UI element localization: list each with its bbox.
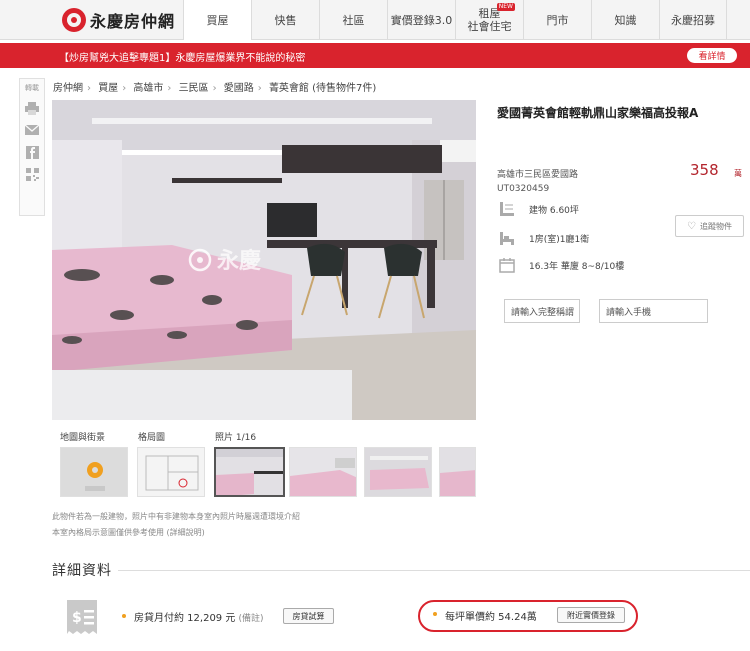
nav-item-stores[interactable]: 門市 (523, 0, 591, 40)
thumbnail-photo-4[interactable] (439, 447, 476, 497)
new-badge: NEW (496, 3, 515, 11)
spec-layout-text: 1房(室)1廳1衛 (529, 234, 590, 245)
breadcrumb-link[interactable]: 買屋 (98, 83, 118, 94)
nav-item-community[interactable]: 社區 (319, 0, 387, 40)
layout-icon (497, 228, 517, 248)
nav-item-rent[interactable]: NEW 租屋 社會住宅 (455, 0, 523, 40)
print-icon[interactable] (25, 101, 39, 115)
nav-item-label: 永慶招募 (671, 13, 715, 27)
calendar-icon (497, 255, 517, 275)
unit-price-text: 每坪單價約 54.24萬 (445, 612, 537, 623)
nav-item-quick-sell[interactable]: 快售 (251, 0, 319, 40)
mail-icon[interactable] (25, 123, 39, 137)
listing-title: 愛國菁英會館輕軌鼎山家樂福高投報A (497, 106, 699, 120)
heart-icon: ♡ (687, 220, 696, 232)
details-section-title: 詳細資料 (52, 563, 112, 579)
promo-banner-link[interactable]: 【炒房幫兇大追擊專題1】永慶房屋爆業界不能說的秘密 (59, 49, 305, 64)
listing-address: 高雄市三民區愛國路 (497, 170, 579, 180)
bullet-dot (122, 614, 126, 618)
breadcrumb-link[interactable]: 房仲網 (53, 83, 83, 94)
listing-code: UT0320459 (497, 184, 550, 194)
section-divider (118, 570, 750, 571)
price-unit: 萬 (734, 169, 742, 178)
share-toolbar: 轉載 (19, 78, 45, 216)
mortgage-value: 房貸月付約 12,209 元 (134, 613, 236, 624)
nav-item-knowledge[interactable]: 知識 (591, 0, 659, 40)
nav-item-label: 實價登錄3.0 (390, 13, 453, 27)
photo-watermark: 永慶 (217, 248, 261, 274)
thumbnail-map[interactable] (60, 447, 128, 497)
tab-floor-plan[interactable]: 格局圖 (138, 430, 165, 443)
main-nav: 買屋 快售 社區 實價登錄3.0 NEW 租屋 社會住宅 門市 知識 永慶招募 (183, 0, 727, 40)
nav-item-label: 買屋 (206, 13, 229, 27)
calculator-document-icon: $ (65, 598, 99, 636)
bullet-dot (433, 612, 437, 616)
view-details-button[interactable]: 看詳情 (687, 48, 737, 63)
promo-banner: 【炒房幫兇大追擊專題1】永慶房屋爆業界不能說的秘密 看詳情 (0, 43, 750, 68)
breadcrumb-link[interactable]: 高雄市 (133, 83, 163, 94)
track-listing-label: 追蹤物件 (699, 221, 732, 231)
breadcrumb: 房仲網 › 買屋 › 高雄市 › 三民區 › 愛國路 › 菁英會館 (待售物件7件) (53, 83, 377, 94)
tab-photos[interactable]: 照片 1/16 (215, 430, 256, 443)
nav-item-recruit[interactable]: 永慶招募 (659, 0, 727, 40)
mortgage-note-link[interactable]: (備註) (239, 614, 264, 624)
breadcrumb-link[interactable]: 三民區 (179, 83, 209, 94)
thumbnail-photo-1[interactable] (214, 447, 285, 497)
nav-item-label: 社區 (342, 13, 365, 27)
share-label: 轉載 (25, 84, 39, 92)
nav-item-label: 門市 (546, 13, 569, 27)
nav-item-label: 知識 (614, 13, 637, 27)
spec-age-floor: 16.3年 華廈 8~8/10樓 (497, 255, 624, 275)
fullname-input[interactable]: 請輸入完整稱謂 (504, 299, 580, 323)
listing-price: 358 (690, 161, 719, 179)
site-logo[interactable]: 永慶房仲網 (62, 7, 175, 33)
thumbnail-photo-2[interactable] (289, 447, 357, 497)
qrcode-icon[interactable] (25, 167, 39, 181)
nav-item-price-registry[interactable]: 實價登錄3.0 (387, 0, 455, 40)
mortgage-calculator-button[interactable]: 房貸試算 (283, 608, 334, 624)
facebook-icon[interactable] (25, 145, 39, 159)
nav-item-label: 社會住宅 (467, 20, 512, 33)
spec-area: 建物 6.60坪 (497, 199, 579, 219)
tab-map-street[interactable]: 地圖與街景 (60, 430, 105, 443)
spec-layout: 1房(室)1廳1衛 (497, 228, 589, 248)
nearby-price-registry-button[interactable]: 附近實價登錄 (557, 607, 625, 623)
thumbnail-floor-plan[interactable] (137, 447, 205, 497)
breadcrumb-link[interactable]: 愛國路 (224, 83, 254, 94)
spec-area-text: 建物 6.60坪 (529, 205, 579, 216)
track-listing-button[interactable]: ♡ 追蹤物件 (675, 215, 744, 237)
svg-text:$: $ (72, 610, 82, 626)
building-area-icon (497, 199, 517, 219)
thumbnail-photo-3[interactable] (364, 447, 432, 497)
phone-input[interactable]: 請輸入手機 (599, 299, 708, 323)
spec-age-floor-text: 16.3年 華廈 8~8/10樓 (529, 261, 625, 272)
logo-text: 永慶房仲網 (90, 12, 176, 31)
nav-item-label: 快售 (274, 13, 297, 27)
top-navigation-bar: 永慶房仲網 買屋 快售 社區 實價登錄3.0 NEW 租屋 社會住宅 門市 知識… (0, 0, 750, 40)
nav-item-buy[interactable]: 買屋 (183, 0, 251, 40)
main-listing-photo[interactable]: 永慶 (52, 100, 476, 420)
floorplan-disclaimer: 本室內格局示意圖僅供參考使用 (詳細說明) (52, 528, 205, 537)
photo-disclaimer: 此物件若為一般建物，照片中有非建物本身室內照片時屬週遭環境介紹 (52, 512, 300, 521)
breadcrumb-current: 菁英會館 (待售物件7件) (268, 83, 377, 94)
logo-mark-icon (62, 8, 86, 32)
mortgage-monthly-text: 房貸月付約 12,209 元 (備註) (134, 609, 264, 624)
